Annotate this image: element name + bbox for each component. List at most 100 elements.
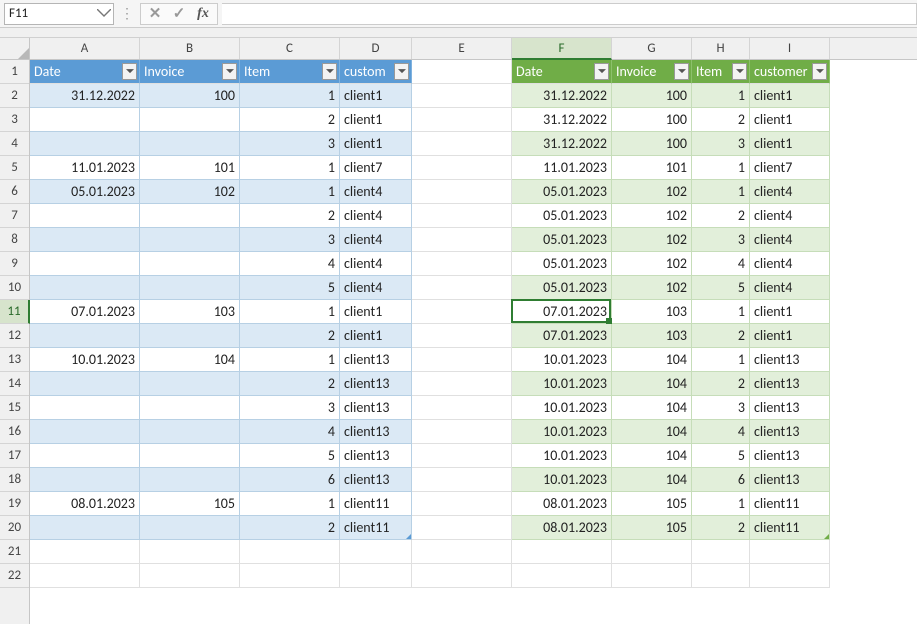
cell-B16[interactable] bbox=[140, 420, 240, 444]
cell-A22[interactable] bbox=[30, 564, 140, 588]
cell-E10[interactable] bbox=[412, 276, 512, 300]
filter-dropdown-icon[interactable] bbox=[222, 63, 237, 80]
cell-I10[interactable]: client4 bbox=[750, 276, 830, 300]
cell-A18[interactable] bbox=[30, 468, 140, 492]
cell-A21[interactable] bbox=[30, 540, 140, 564]
cell-E8[interactable] bbox=[412, 228, 512, 252]
cell-G8[interactable]: 102 bbox=[612, 228, 692, 252]
cell-B17[interactable] bbox=[140, 444, 240, 468]
cell-C8[interactable]: 3 bbox=[240, 228, 340, 252]
cell-A12[interactable] bbox=[30, 324, 140, 348]
cell-B8[interactable] bbox=[140, 228, 240, 252]
cell-D20[interactable]: client11 bbox=[340, 516, 412, 540]
cell-D6[interactable]: client4 bbox=[340, 180, 412, 204]
cell-I14[interactable]: client13 bbox=[750, 372, 830, 396]
cell-H5[interactable]: 1 bbox=[692, 156, 750, 180]
cell-G1[interactable]: Invoice bbox=[612, 60, 692, 84]
cell-D21[interactable] bbox=[340, 540, 412, 564]
cell-A17[interactable] bbox=[30, 444, 140, 468]
cell-F6[interactable]: 05.01.2023 bbox=[512, 180, 612, 204]
row-header-6[interactable]: 6 bbox=[0, 180, 29, 204]
cell-A14[interactable] bbox=[30, 372, 140, 396]
row-header-7[interactable]: 7 bbox=[0, 204, 29, 228]
cell-F12[interactable]: 07.01.2023 bbox=[512, 324, 612, 348]
cell-B15[interactable] bbox=[140, 396, 240, 420]
row-header-9[interactable]: 9 bbox=[0, 252, 29, 276]
cell-B11[interactable]: 103 bbox=[140, 300, 240, 324]
name-box[interactable]: F11 bbox=[4, 3, 114, 25]
cell-C1[interactable]: Item bbox=[240, 60, 340, 84]
cell-I5[interactable]: client7 bbox=[750, 156, 830, 180]
cell-B10[interactable] bbox=[140, 276, 240, 300]
row-header-2[interactable]: 2 bbox=[0, 84, 29, 108]
filter-dropdown-icon[interactable] bbox=[674, 63, 689, 80]
cell-E5[interactable] bbox=[412, 156, 512, 180]
cell-D14[interactable]: client13 bbox=[340, 372, 412, 396]
cell-C10[interactable]: 5 bbox=[240, 276, 340, 300]
cell-A3[interactable] bbox=[30, 108, 140, 132]
cell-E20[interactable] bbox=[412, 516, 512, 540]
cell-D10[interactable]: client4 bbox=[340, 276, 412, 300]
cell-H21[interactable] bbox=[692, 540, 750, 564]
cell-F4[interactable]: 31.12.2022 bbox=[512, 132, 612, 156]
cell-F10[interactable]: 05.01.2023 bbox=[512, 276, 612, 300]
cell-H11[interactable]: 1 bbox=[692, 300, 750, 324]
column-header-D[interactable]: D bbox=[340, 38, 412, 59]
filter-dropdown-icon[interactable] bbox=[322, 63, 337, 80]
cell-B21[interactable] bbox=[140, 540, 240, 564]
cell-B1[interactable]: Invoice bbox=[140, 60, 240, 84]
row-header-8[interactable]: 8 bbox=[0, 228, 29, 252]
cell-A15[interactable] bbox=[30, 396, 140, 420]
cell-E1[interactable] bbox=[412, 60, 512, 84]
column-header-G[interactable]: G bbox=[612, 38, 692, 59]
row-header-11[interactable]: 11 bbox=[0, 300, 30, 324]
row-header-18[interactable]: 18 bbox=[0, 468, 29, 492]
cell-I2[interactable]: client1 bbox=[750, 84, 830, 108]
cell-H3[interactable]: 2 bbox=[692, 108, 750, 132]
cell-G12[interactable]: 103 bbox=[612, 324, 692, 348]
cell-E17[interactable] bbox=[412, 444, 512, 468]
cell-B12[interactable] bbox=[140, 324, 240, 348]
cell-B22[interactable] bbox=[140, 564, 240, 588]
cell-G17[interactable]: 104 bbox=[612, 444, 692, 468]
cell-G21[interactable] bbox=[612, 540, 692, 564]
cell-C18[interactable]: 6 bbox=[240, 468, 340, 492]
cell-I13[interactable]: client13 bbox=[750, 348, 830, 372]
cell-I3[interactable]: client1 bbox=[750, 108, 830, 132]
cell-D17[interactable]: client13 bbox=[340, 444, 412, 468]
cell-G22[interactable] bbox=[612, 564, 692, 588]
cell-G20[interactable]: 105 bbox=[612, 516, 692, 540]
cell-B4[interactable] bbox=[140, 132, 240, 156]
cell-I16[interactable]: client13 bbox=[750, 420, 830, 444]
cell-D22[interactable] bbox=[340, 564, 412, 588]
cell-D4[interactable]: client1 bbox=[340, 132, 412, 156]
filter-dropdown-icon[interactable] bbox=[122, 63, 137, 80]
cell-G14[interactable]: 104 bbox=[612, 372, 692, 396]
cell-I6[interactable]: client4 bbox=[750, 180, 830, 204]
row-header-14[interactable]: 14 bbox=[0, 372, 29, 396]
cell-B3[interactable] bbox=[140, 108, 240, 132]
row-header-3[interactable]: 3 bbox=[0, 108, 29, 132]
table-resize-handle-icon[interactable] bbox=[824, 534, 829, 539]
cell-F13[interactable]: 10.01.2023 bbox=[512, 348, 612, 372]
cell-G3[interactable]: 100 bbox=[612, 108, 692, 132]
filter-dropdown-icon[interactable] bbox=[594, 63, 609, 80]
row-header-21[interactable]: 21 bbox=[0, 540, 29, 564]
cell-A9[interactable] bbox=[30, 252, 140, 276]
cell-E22[interactable] bbox=[412, 564, 512, 588]
cell-E7[interactable] bbox=[412, 204, 512, 228]
cell-C19[interactable]: 1 bbox=[240, 492, 340, 516]
cell-I4[interactable]: client1 bbox=[750, 132, 830, 156]
row-header-20[interactable]: 20 bbox=[0, 516, 29, 540]
cell-F15[interactable]: 10.01.2023 bbox=[512, 396, 612, 420]
row-header-5[interactable]: 5 bbox=[0, 156, 29, 180]
cell-C14[interactable]: 2 bbox=[240, 372, 340, 396]
cell-A20[interactable] bbox=[30, 516, 140, 540]
cell-G18[interactable]: 104 bbox=[612, 468, 692, 492]
cell-A6[interactable]: 05.01.2023 bbox=[30, 180, 140, 204]
cell-E12[interactable] bbox=[412, 324, 512, 348]
cell-C16[interactable]: 4 bbox=[240, 420, 340, 444]
cell-A7[interactable] bbox=[30, 204, 140, 228]
cell-C12[interactable]: 2 bbox=[240, 324, 340, 348]
cell-D9[interactable]: client4 bbox=[340, 252, 412, 276]
